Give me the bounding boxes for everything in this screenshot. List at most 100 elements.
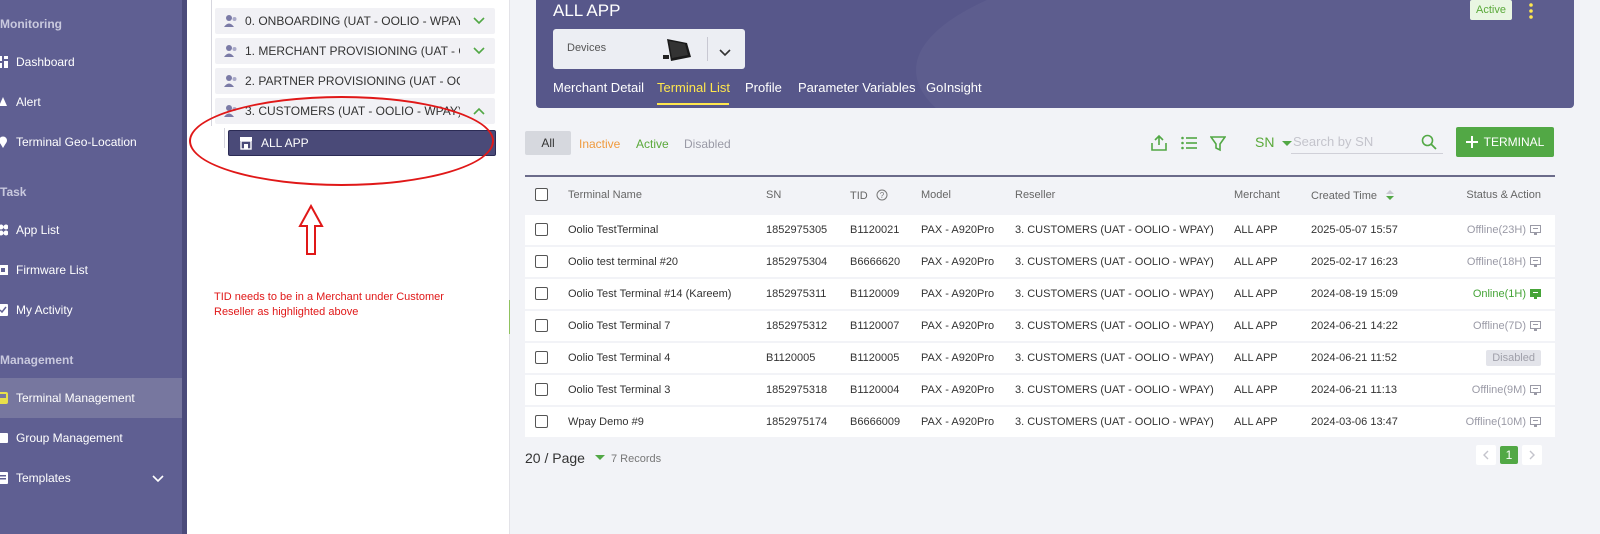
add-terminal-button[interactable]: TERMINAL — [1456, 127, 1554, 157]
tab-goinsight[interactable]: GoInsight — [926, 80, 982, 95]
nav-section-task: Task — [0, 185, 27, 199]
monitor-icon — [1530, 385, 1541, 395]
cell-created-time: 2025-05-07 15:57 — [1311, 224, 1398, 236]
status-badge[interactable]: Offline(10M) — [1466, 416, 1541, 428]
select-all-checkbox[interactable] — [535, 188, 548, 201]
nav-item-geo-location[interactable]: Terminal Geo-Location — [0, 122, 182, 162]
search-field-select[interactable]: SN — [1255, 134, 1293, 150]
cell-reseller: 3. CUSTOMERS (UAT - OOLIO - WPAY) — [1015, 416, 1214, 428]
cell-merchant: ALL APP — [1234, 352, 1278, 364]
page-number-current[interactable]: 1 — [1500, 446, 1518, 464]
cell-model: PAX - A920Pro — [921, 320, 995, 332]
status-badge[interactable]: Online(1H) — [1473, 288, 1541, 300]
tree-item-label: 2. PARTNER PROVISIONING (UAT - OOL... — [245, 74, 460, 88]
cell-sn: 1852975304 — [766, 256, 828, 268]
help-icon[interactable]: ? — [876, 189, 888, 201]
nav-item-templates[interactable]: Templates — [0, 458, 182, 498]
cell-sn: 1852975318 — [766, 384, 828, 396]
tab-terminal-list[interactable]: Terminal List — [657, 80, 730, 95]
nav-item-label: My Activity — [16, 303, 73, 317]
column-header-label: TID — [850, 190, 868, 202]
search-icon[interactable] — [1421, 134, 1437, 155]
chevron-down-icon[interactable] — [719, 44, 731, 62]
caret-down-icon — [594, 455, 605, 460]
device-image-icon — [661, 35, 695, 68]
cell-tid: B1120009 — [850, 288, 900, 300]
active-tab-indicator — [657, 103, 729, 105]
nav-item-my-activity[interactable]: My Activity — [0, 290, 182, 330]
cell-tid: B1120004 — [850, 384, 900, 396]
plus-icon — [1465, 136, 1478, 148]
row-checkbox[interactable] — [535, 415, 548, 428]
prev-page-button[interactable] — [1476, 445, 1496, 465]
chevron-down-icon[interactable] — [152, 472, 164, 486]
svg-text:?: ? — [880, 191, 885, 200]
merchant-header: ALL APP Active Devices Merchant Detail T… — [536, 0, 1574, 108]
chevron-up-icon[interactable] — [473, 104, 485, 118]
tab-profile[interactable]: Profile — [745, 80, 782, 95]
cell-created-time: 2024-06-21 14:22 — [1311, 320, 1398, 332]
tab-merchant-detail[interactable]: Merchant Detail — [553, 80, 644, 95]
cell-created-time: 2025-02-17 16:23 — [1311, 256, 1398, 268]
status-text: Offline(9M) — [1471, 384, 1526, 396]
cell-terminal-name: Oolio Test Terminal 7 — [568, 320, 671, 332]
nav-item-group-management[interactable]: Group Management — [0, 418, 182, 458]
status-badge[interactable]: Offline(18H) — [1467, 256, 1541, 268]
table-row[interactable]: Oolio Test Terminal 3 1852975318 B112000… — [525, 375, 1555, 405]
sidebar: Monitoring Dashboard Alert Terminal Geo-… — [0, 0, 182, 534]
row-checkbox[interactable] — [535, 383, 548, 396]
row-checkbox[interactable] — [535, 223, 548, 236]
highlight-ellipse — [189, 96, 494, 186]
table-header: Terminal Name SN TID ? Model Reseller Me… — [525, 177, 1555, 213]
column-header-sortable[interactable]: Created Time — [1311, 189, 1395, 202]
status-badge[interactable]: Offline(7D) — [1473, 320, 1541, 332]
nav-item-app-list[interactable]: App List — [0, 210, 182, 250]
nav-item-label: Terminal Geo-Location — [16, 135, 137, 149]
row-checkbox[interactable] — [535, 287, 548, 300]
page-size-select[interactable]: 20 / Page — [525, 450, 605, 466]
nav-section-monitoring: Monitoring — [0, 17, 62, 31]
tree-item-merchant-provisioning[interactable]: 1. MERCHANT PROVISIONING (UAT - O... — [215, 38, 495, 64]
filter-all[interactable]: All — [525, 131, 571, 155]
tab-parameter-variables[interactable]: Parameter Variables — [798, 80, 916, 95]
more-vertical-icon[interactable] — [1528, 2, 1534, 20]
status-badge[interactable]: Offline(23H) — [1467, 224, 1541, 236]
filter-active[interactable]: Active — [636, 137, 669, 151]
filter-icon[interactable] — [1209, 134, 1227, 157]
table-row[interactable]: Oolio Test Terminal #14 (Kareem) 1852975… — [525, 279, 1555, 309]
nav-item-label: Group Management — [16, 431, 123, 445]
table-row[interactable]: Oolio test terminal #20 1852975304 B6666… — [525, 247, 1555, 277]
devices-selector[interactable]: Devices — [553, 29, 745, 69]
table-row[interactable]: Oolio TestTerminal 1852975305 B1120021 P… — [525, 215, 1555, 245]
nav-item-dashboard[interactable]: Dashboard — [0, 42, 182, 82]
devices-label: Devices — [567, 42, 607, 54]
table-row[interactable]: Oolio Test Terminal 4 B1120005 B1120005 … — [525, 343, 1555, 373]
activity-icon — [0, 304, 8, 316]
nav-item-label: Terminal Management — [16, 391, 135, 405]
filter-inactive[interactable]: Inactive — [579, 137, 620, 151]
status-text: Offline(7D) — [1473, 320, 1526, 332]
next-page-button[interactable] — [1522, 445, 1542, 465]
cell-terminal-name: Oolio TestTerminal — [568, 224, 659, 236]
cell-created-time: 2024-08-19 15:09 — [1311, 288, 1398, 300]
chevron-down-icon[interactable] — [473, 44, 485, 58]
nav-item-alert[interactable]: Alert — [0, 82, 182, 122]
filter-disabled[interactable]: Disabled — [684, 137, 731, 151]
nav-item-terminal-management[interactable]: Terminal Management — [0, 378, 182, 418]
tree-item-onboarding[interactable]: 0. ONBOARDING (UAT - OOLIO - WPAY) — [215, 8, 495, 34]
nav-item-firmware-list[interactable]: Firmware List — [0, 250, 182, 290]
table-row[interactable]: Wpay Demo #9 1852975174 B6666009 PAX - A… — [525, 407, 1555, 437]
export-icon[interactable] — [1150, 134, 1168, 157]
row-checkbox[interactable] — [535, 351, 548, 364]
chevron-down-icon[interactable] — [473, 14, 485, 28]
cell-sn: B1120005 — [766, 352, 816, 364]
tree-item-partner-provisioning[interactable]: 2. PARTNER PROVISIONING (UAT - OOL... — [215, 68, 495, 94]
status-badge[interactable]: Offline(9M) — [1472, 384, 1541, 396]
table-row[interactable]: Oolio Test Terminal 7 1852975312 B112000… — [525, 311, 1555, 341]
record-count: 7 Records — [611, 453, 662, 465]
cell-reseller: 3. CUSTOMERS (UAT - OOLIO - WPAY) — [1015, 384, 1214, 396]
row-checkbox[interactable] — [535, 319, 548, 332]
row-checkbox[interactable] — [535, 255, 548, 268]
status-badge: Active — [1470, 0, 1512, 20]
list-view-icon[interactable] — [1180, 134, 1198, 157]
